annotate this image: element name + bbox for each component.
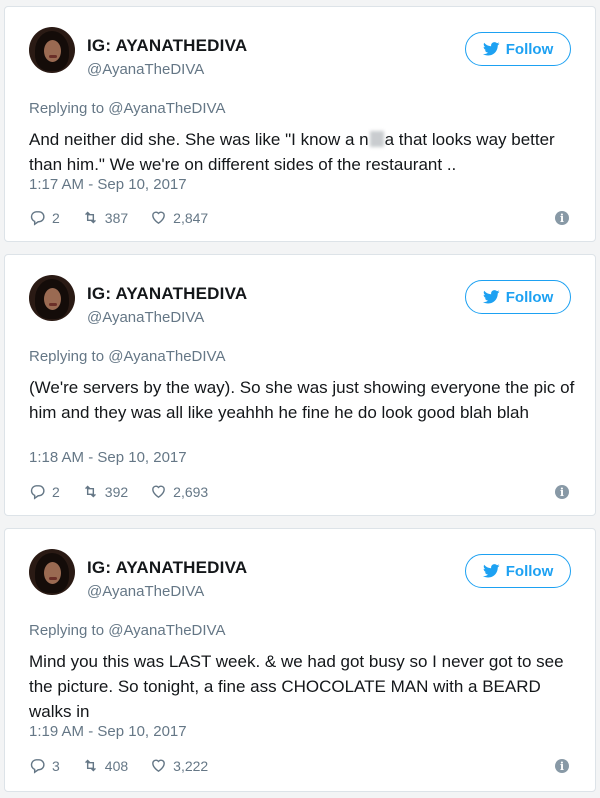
tweet-actions: 3 408 3,222 — [29, 757, 230, 774]
twitter-bird-icon — [482, 564, 500, 578]
avatar[interactable] — [29, 27, 75, 73]
reply-action[interactable]: 3 — [29, 757, 60, 774]
like-count: 3,222 — [173, 757, 209, 774]
info-icon[interactable]: i — [555, 759, 569, 773]
follow-label: Follow — [505, 40, 554, 58]
follow-button[interactable]: Follow — [465, 554, 571, 588]
retweet-icon — [84, 211, 96, 224]
retweet-count: 392 — [104, 483, 129, 500]
user-handle[interactable]: @AyanaTheDIVA — [87, 61, 204, 78]
reply-count: 2 — [52, 209, 60, 226]
tweet-card: IG: AYANATHEDIVA @AyanaTheDIVA Follow Re… — [4, 528, 596, 792]
heart-icon — [152, 485, 166, 499]
display-name[interactable]: IG: AYANATHEDIVA — [87, 36, 247, 56]
user-handle[interactable]: @AyanaTheDIVA — [87, 309, 204, 326]
like-count: 2,847 — [173, 209, 209, 226]
like-action[interactable]: 2,847 — [150, 209, 208, 226]
twitter-bird-icon — [482, 290, 500, 304]
censor-blur — [369, 131, 384, 147]
retweet-count: 408 — [104, 757, 129, 774]
tweet-actions: 2 387 2,847 — [29, 209, 230, 226]
display-name[interactable]: IG: AYANATHEDIVA — [87, 558, 247, 578]
tweet-text: (We're servers by the way). So she was j… — [29, 378, 575, 422]
follow-button[interactable]: Follow — [465, 32, 571, 66]
tweet-card: IG: AYANATHEDIVA @AyanaTheDIVA Follow Re… — [4, 6, 596, 242]
replying-to: Replying to @AyanaTheDIVA — [29, 100, 225, 117]
avatar[interactable] — [29, 275, 75, 321]
display-name[interactable]: IG: AYANATHEDIVA — [87, 284, 247, 304]
heart-icon — [152, 759, 166, 773]
tweet-timestamp[interactable]: 1:19 AM - Sep 10, 2017 — [29, 723, 187, 740]
user-handle[interactable]: @AyanaTheDIVA — [87, 583, 204, 600]
reply-icon — [30, 485, 45, 500]
reply-icon — [30, 759, 45, 774]
retweet-action[interactable]: 408 — [82, 757, 128, 774]
tweet-timestamp[interactable]: 1:18 AM - Sep 10, 2017 — [29, 449, 187, 466]
avatar[interactable] — [29, 549, 75, 595]
retweet-icon — [84, 759, 96, 772]
reply-count: 3 — [52, 757, 60, 774]
replying-to: Replying to @AyanaTheDIVA — [29, 622, 225, 639]
replying-to: Replying to @AyanaTheDIVA — [29, 348, 225, 365]
replying-prefix: Replying to — [29, 100, 109, 117]
reply-mention[interactable]: @AyanaTheDIVA — [108, 622, 225, 639]
like-action[interactable]: 3,222 — [150, 757, 208, 774]
info-icon[interactable]: i — [555, 485, 569, 499]
twitter-bird-icon — [482, 42, 500, 56]
follow-label: Follow — [505, 288, 554, 306]
info-icon[interactable]: i — [555, 211, 569, 225]
retweet-action[interactable]: 387 — [82, 209, 128, 226]
tweet-text-part-1: And neither did she. She was like "I kno… — [29, 130, 369, 149]
replying-prefix: Replying to — [29, 348, 109, 365]
tweet-timestamp[interactable]: 1:17 AM - Sep 10, 2017 — [29, 176, 187, 193]
reply-count: 2 — [52, 483, 60, 500]
tweet-text: And neither did she. She was like "I kno… — [29, 127, 581, 177]
retweet-action[interactable]: 392 — [82, 483, 128, 500]
reply-mention[interactable]: @AyanaTheDIVA — [108, 100, 225, 117]
reply-mention[interactable]: @AyanaTheDIVA — [108, 348, 225, 365]
retweet-count: 387 — [104, 209, 129, 226]
like-action[interactable]: 2,693 — [150, 483, 208, 500]
reply-action[interactable]: 2 — [29, 483, 60, 500]
follow-label: Follow — [505, 562, 554, 580]
tweet-card: IG: AYANATHEDIVA @AyanaTheDIVA Follow Re… — [4, 254, 596, 516]
replying-prefix: Replying to — [29, 622, 109, 639]
like-count: 2,693 — [173, 483, 209, 500]
retweet-icon — [84, 485, 96, 498]
reply-action[interactable]: 2 — [29, 209, 60, 226]
follow-button[interactable]: Follow — [465, 280, 571, 314]
tweet-text: Mind you this was LAST week. & we had go… — [29, 652, 564, 721]
heart-icon — [152, 211, 166, 225]
tweet-actions: 2 392 2,693 — [29, 483, 230, 500]
reply-icon — [30, 211, 45, 226]
